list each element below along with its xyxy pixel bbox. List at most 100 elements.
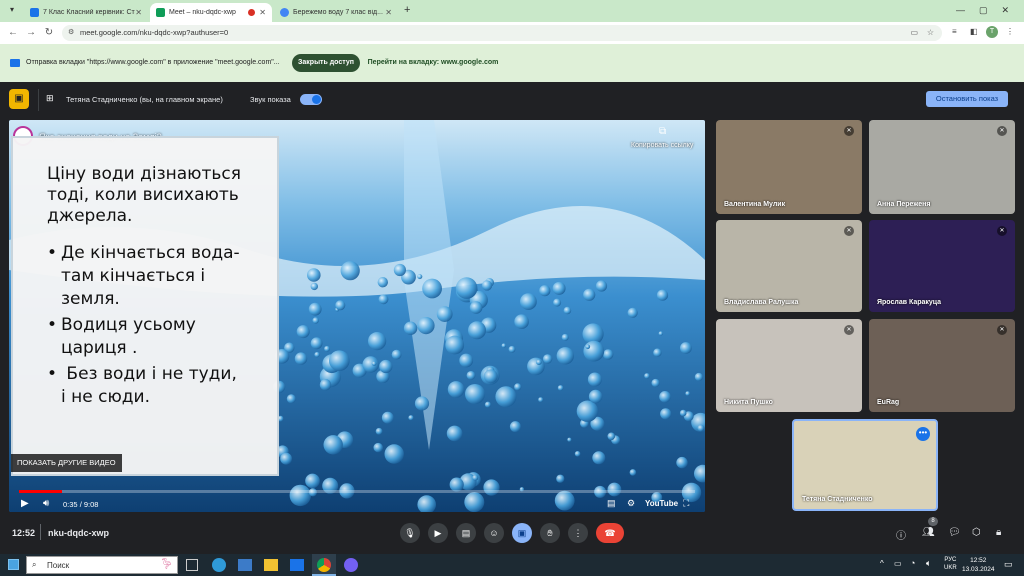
reload-icon[interactable]: ↻ bbox=[42, 26, 56, 40]
bubble bbox=[378, 294, 389, 305]
taskbar-search[interactable]: ⌕ Поиск 🦩︎ bbox=[26, 556, 178, 574]
video-progress-track[interactable] bbox=[19, 490, 695, 493]
bubble bbox=[587, 372, 602, 387]
edge-icon[interactable] bbox=[212, 558, 226, 572]
cast-icon[interactable]: ▭ bbox=[910, 25, 918, 41]
tray-chevron-icon[interactable]: ^ bbox=[880, 559, 884, 568]
participant-tile[interactable]: ✕ Ярослав Каракуца bbox=[869, 220, 1015, 312]
explorer-icon[interactable] bbox=[264, 559, 278, 571]
speaker-icon[interactable]: 🔈︎ bbox=[926, 558, 931, 569]
copy-link-label[interactable]: Копировать ссылку bbox=[631, 142, 693, 149]
mail-icon[interactable] bbox=[290, 559, 304, 571]
bookmark-star-icon[interactable]: ☆ bbox=[927, 25, 934, 41]
flamingo-decor-icon: 🦩︎ bbox=[160, 559, 173, 570]
youtube-logo[interactable]: YouTube bbox=[645, 499, 678, 508]
stop-presenting-button[interactable]: Остановить показ bbox=[926, 91, 1008, 107]
participant-name: Валентина Мулик bbox=[724, 201, 786, 208]
participant-name: EuRag bbox=[877, 399, 900, 406]
self-view-tile[interactable]: ••• Тетяна Стадниченко bbox=[792, 419, 938, 511]
bubble bbox=[280, 452, 292, 465]
presented-video[interactable]: Яке значення води на Землі? ⧉ Копировать… bbox=[9, 120, 705, 512]
search-icon: ⌕ bbox=[32, 560, 37, 569]
site-info-icon[interactable]: ⚙ bbox=[68, 25, 74, 41]
participant-tile[interactable]: ✕ Никита Пушко bbox=[716, 319, 862, 412]
bubble bbox=[459, 353, 474, 368]
bubble bbox=[381, 411, 394, 424]
participant-tile[interactable]: ✕ Анна Переженя bbox=[869, 120, 1015, 214]
chat-icon[interactable]: 💬︎ bbox=[948, 527, 961, 538]
network-icon[interactable]: ▭ bbox=[894, 559, 902, 568]
go-to-tab-button[interactable]: Перейти на вкладку: www.google.com bbox=[366, 54, 500, 72]
profile-avatar[interactable]: T bbox=[986, 26, 998, 38]
microphone-icon[interactable]: 🎙︎ bbox=[400, 523, 420, 543]
input-language[interactable]: РУС UKR bbox=[944, 556, 957, 572]
participant-tile[interactable]: ✕ Владислава Ралушка bbox=[716, 220, 862, 312]
side-panel-icon[interactable]: ◧ bbox=[970, 27, 978, 36]
settings-icon[interactable]: ⚙ bbox=[627, 498, 635, 509]
window-controls[interactable]: —▢✕ bbox=[956, 5, 1023, 16]
chrome-taskbar-button[interactable] bbox=[312, 554, 336, 576]
bubble bbox=[465, 384, 485, 404]
participant-tile[interactable]: ✕ EuRag bbox=[869, 319, 1015, 412]
browser-tab-2[interactable]: Meet – nku-dqdc-xwp ✕ bbox=[150, 3, 272, 22]
bubble bbox=[592, 451, 606, 465]
taskbar-clock[interactable]: 12:52 13.03.2024 bbox=[962, 556, 995, 574]
bubble bbox=[373, 442, 383, 453]
people-icon[interactable]: 👥︎ bbox=[922, 527, 935, 538]
forward-icon[interactable]: → bbox=[24, 26, 38, 40]
emoji-icon[interactable]: ☺ bbox=[484, 523, 504, 543]
bubble bbox=[472, 474, 479, 481]
more-videos-button[interactable]: ПОКАЗАТЬ ДРУГИЕ ВИДЕО bbox=[11, 454, 122, 472]
bubble bbox=[319, 379, 332, 391]
fullscreen-icon[interactable]: ⛶ bbox=[683, 498, 689, 509]
captions-icon[interactable]: ▤ bbox=[456, 523, 476, 543]
subtitles-icon[interactable]: ▤ bbox=[607, 498, 616, 509]
meeting-code: nku-dqdc-xwp bbox=[48, 528, 109, 538]
more-menu-icon[interactable]: ⋮ bbox=[1006, 27, 1014, 36]
leave-call-button[interactable]: ☎︎ bbox=[596, 523, 624, 543]
viber-icon[interactable] bbox=[344, 558, 358, 572]
bubble bbox=[697, 424, 705, 432]
volume-icon[interactable]: 🔊︎ bbox=[43, 498, 49, 509]
bubble bbox=[483, 369, 498, 384]
sound-toggle[interactable] bbox=[300, 94, 322, 105]
bubble bbox=[660, 408, 672, 420]
more-options-icon[interactable]: ••• bbox=[916, 427, 930, 441]
activities-icon[interactable]: ⬡ bbox=[972, 527, 981, 538]
bubble bbox=[567, 437, 572, 442]
store-icon[interactable] bbox=[238, 559, 252, 571]
participant-name: Владислава Ралушка bbox=[724, 299, 799, 306]
close-tab-icon[interactable]: ✕ bbox=[135, 8, 142, 17]
wifi-icon[interactable]: ◔ bbox=[910, 558, 915, 568]
windows-start-icon[interactable] bbox=[8, 559, 19, 570]
task-view-icon[interactable] bbox=[186, 559, 198, 571]
bubble bbox=[329, 350, 350, 371]
back-icon[interactable]: ← bbox=[6, 26, 20, 40]
muted-mic-icon: ✕ bbox=[997, 126, 1007, 136]
browser-tab-1[interactable]: 7 Клас Класний керівник: Ста... ✕ bbox=[24, 3, 148, 22]
close-tab-icon[interactable]: ✕ bbox=[385, 8, 392, 17]
close-access-button[interactable]: Закрыть доступ bbox=[292, 54, 360, 72]
participant-tile[interactable]: ✕ Валентина Мулик bbox=[716, 120, 862, 214]
browser-tab-3[interactable]: Бережемо воду 7 клас від... ✕ bbox=[274, 3, 398, 22]
address-bar[interactable]: ⚙ meet.google.com/nku-dqdc-xwp?authuser=… bbox=[62, 25, 942, 41]
new-tab-button[interactable]: + bbox=[404, 4, 410, 16]
bubble bbox=[508, 345, 516, 353]
bubble bbox=[307, 268, 321, 282]
present-now-icon[interactable]: ▣ bbox=[512, 523, 532, 543]
close-tab-icon[interactable]: ✕ bbox=[259, 8, 266, 17]
slide-line: тоді, коли висихають bbox=[47, 185, 239, 205]
notifications-icon[interactable]: ▭ bbox=[1004, 559, 1013, 570]
more-options-icon[interactable]: ⋮ bbox=[568, 523, 588, 543]
info-icon[interactable]: ⓘ bbox=[896, 527, 906, 542]
bubble bbox=[656, 289, 669, 301]
bubble bbox=[481, 280, 493, 291]
extensions-icon[interactable]: ≡ bbox=[952, 27, 957, 36]
raise-hand-icon[interactable]: ✋︎ bbox=[540, 523, 560, 543]
play-icon[interactable]: ▶ bbox=[21, 498, 29, 509]
camera-icon[interactable]: ▶ bbox=[428, 523, 448, 543]
host-controls-icon[interactable]: 🔒︎ bbox=[996, 527, 1001, 538]
tab-search-icon[interactable]: ▾ bbox=[6, 5, 18, 17]
copy-link-icon[interactable]: ⧉ bbox=[659, 126, 666, 137]
bubble bbox=[391, 349, 402, 360]
